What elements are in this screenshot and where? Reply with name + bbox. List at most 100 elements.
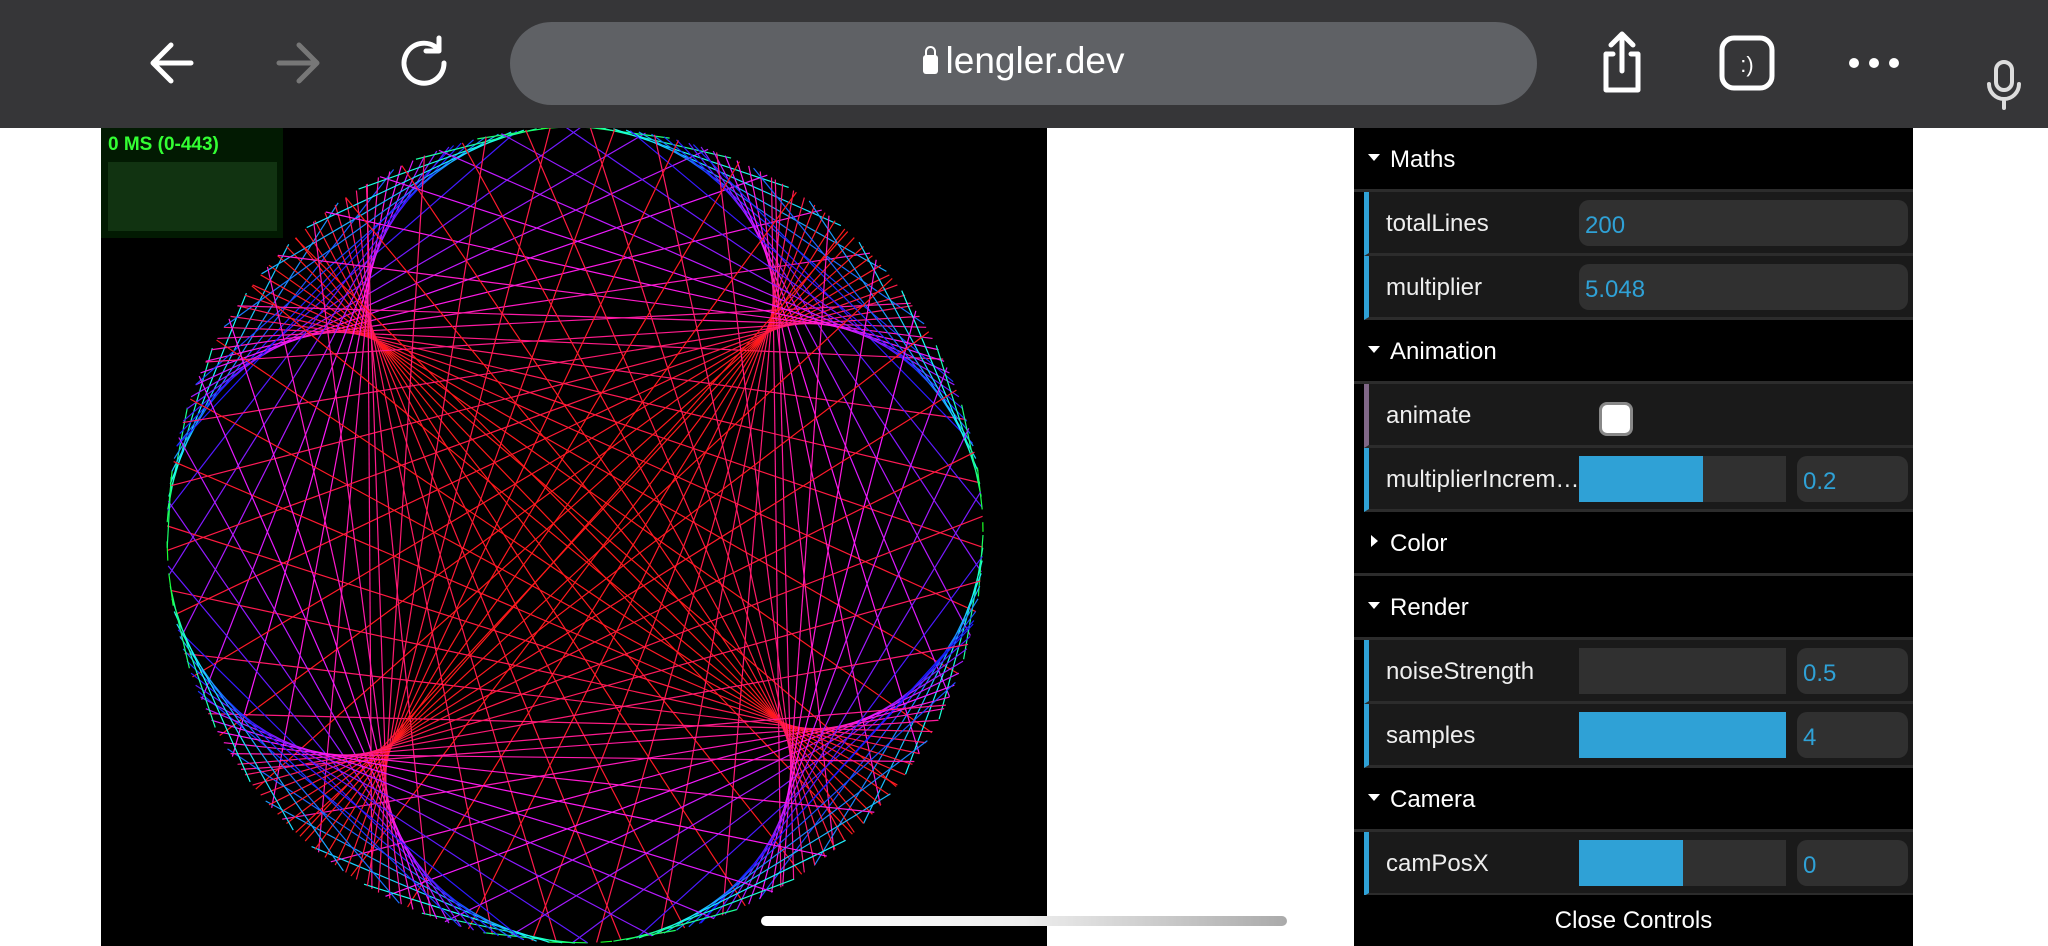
art-line [638, 878, 795, 939]
art-line [260, 274, 959, 675]
folder-camera[interactable]: Camera [1354, 768, 1913, 832]
control-multiplier-increment: multiplierIncrem… 0.2 [1364, 448, 1913, 512]
art-line [935, 345, 981, 485]
samples-slider[interactable] [1579, 712, 1786, 758]
animate-checkbox[interactable] [1599, 402, 1633, 436]
extension-icon[interactable]: :) [1714, 30, 1780, 96]
art-line [600, 128, 732, 159]
caret-right-icon [1371, 535, 1378, 547]
art-line [961, 404, 982, 497]
art-line [358, 129, 525, 190]
art-line [904, 573, 982, 775]
art-line [170, 589, 920, 755]
art-line [363, 883, 550, 943]
noise-strength-slider[interactable] [1579, 648, 1786, 694]
caret-down-icon [1368, 794, 1380, 801]
slider-fill [1579, 840, 1683, 886]
art-line [467, 212, 826, 930]
folder-title: Animation [1390, 338, 1497, 365]
control-noise-strength: noiseStrength 0.5 [1364, 640, 1913, 704]
art-line [963, 547, 984, 660]
control-label: animate [1386, 402, 1472, 429]
campos-x-input[interactable]: 0 [1797, 840, 1908, 886]
campos-x-slider[interactable] [1579, 840, 1786, 886]
multiplier-increment-input[interactable]: 0.2 [1797, 456, 1908, 502]
url-text: lengler.dev [945, 40, 1125, 81]
art-line [177, 629, 487, 934]
stats-graph [108, 162, 277, 231]
control-label: samples [1386, 722, 1476, 749]
control-label: camPosX [1386, 850, 1489, 877]
samples-input[interactable]: 4 [1797, 712, 1908, 758]
render-canvas[interactable] [101, 128, 1047, 946]
folder-title: Render [1390, 594, 1469, 621]
art-line [216, 339, 890, 796]
art-line [200, 174, 768, 374]
art-line [377, 155, 426, 893]
caret-down-icon [1368, 154, 1380, 161]
control-totallines: totalLines 200 [1364, 192, 1913, 256]
caret-down-icon [1368, 602, 1380, 609]
art-line [176, 623, 294, 831]
control-label: noiseStrength [1386, 658, 1535, 685]
art-line [184, 652, 927, 744]
control-samples: samples 4 [1364, 704, 1913, 768]
svg-text::): :) [1740, 52, 1753, 77]
folder-title: Color [1390, 530, 1448, 557]
art-line [938, 560, 983, 720]
art-line [600, 940, 613, 943]
slider-fill [1579, 712, 1786, 758]
lock-icon [922, 46, 938, 74]
folder-animation[interactable]: Animation [1354, 320, 1913, 384]
stats-panel[interactable]: 0 MS (0-443) [101, 128, 283, 238]
browser-toolbar: lengler.dev :) [0, 0, 2048, 128]
art-line [722, 183, 784, 916]
art-line [901, 290, 979, 472]
totallines-input[interactable]: 200 [1579, 200, 1908, 246]
caret-down-icon [1368, 346, 1380, 353]
folder-maths[interactable]: Maths [1354, 128, 1913, 192]
stats-label: 0 MS (0-443) [108, 134, 219, 155]
art-line [227, 748, 512, 939]
multiplier-input[interactable]: 5.048 [1579, 264, 1908, 310]
art-line [477, 128, 550, 140]
art-line [415, 128, 537, 160]
multiplier-increment-slider[interactable] [1579, 456, 1786, 502]
art-line [330, 696, 950, 863]
art-line [169, 292, 247, 485]
folder-render[interactable]: Render [1354, 576, 1913, 640]
address-bar[interactable]: lengler.dev [510, 22, 2021, 110]
times-table-art [166, 128, 984, 944]
art-line [625, 129, 842, 227]
share-icon[interactable] [1589, 30, 1655, 96]
control-campos-x: camPosX 0 [1364, 832, 1913, 896]
folder-color[interactable]: Color [1354, 512, 1913, 576]
folder-title: Camera [1390, 786, 1476, 813]
control-label: multiplierIncrem… [1386, 466, 1580, 493]
noise-strength-input[interactable]: 0.5 [1797, 648, 1908, 694]
control-animate: animate [1364, 384, 1913, 448]
art-line [589, 128, 670, 139]
art-line [638, 131, 887, 272]
forward-icon[interactable] [265, 30, 331, 96]
art-line [173, 611, 251, 783]
home-indicator[interactable] [761, 916, 1287, 926]
microphone-icon[interactable] [1984, 60, 2024, 110]
art-line [299, 237, 855, 837]
reload-icon[interactable] [392, 30, 458, 96]
controls-panel: Maths totalLines 200 multiplier 5.048 Anim… [1354, 128, 1913, 946]
slider-fill [1579, 456, 1704, 502]
art-line [724, 155, 951, 697]
control-multiplier: multiplier 5.048 [1364, 256, 1913, 320]
art-line [625, 908, 738, 941]
control-label: totalLines [1386, 210, 1489, 237]
art-line [345, 128, 616, 873]
art-line [306, 131, 512, 229]
folder-title: Maths [1390, 146, 1456, 173]
close-controls-button[interactable]: Close Controls [1354, 895, 1913, 946]
art-line [168, 573, 174, 606]
more-icon[interactable] [1841, 30, 1907, 96]
control-label: multiplier [1386, 274, 1483, 301]
back-icon[interactable] [139, 30, 205, 96]
art-line [571, 648, 968, 944]
